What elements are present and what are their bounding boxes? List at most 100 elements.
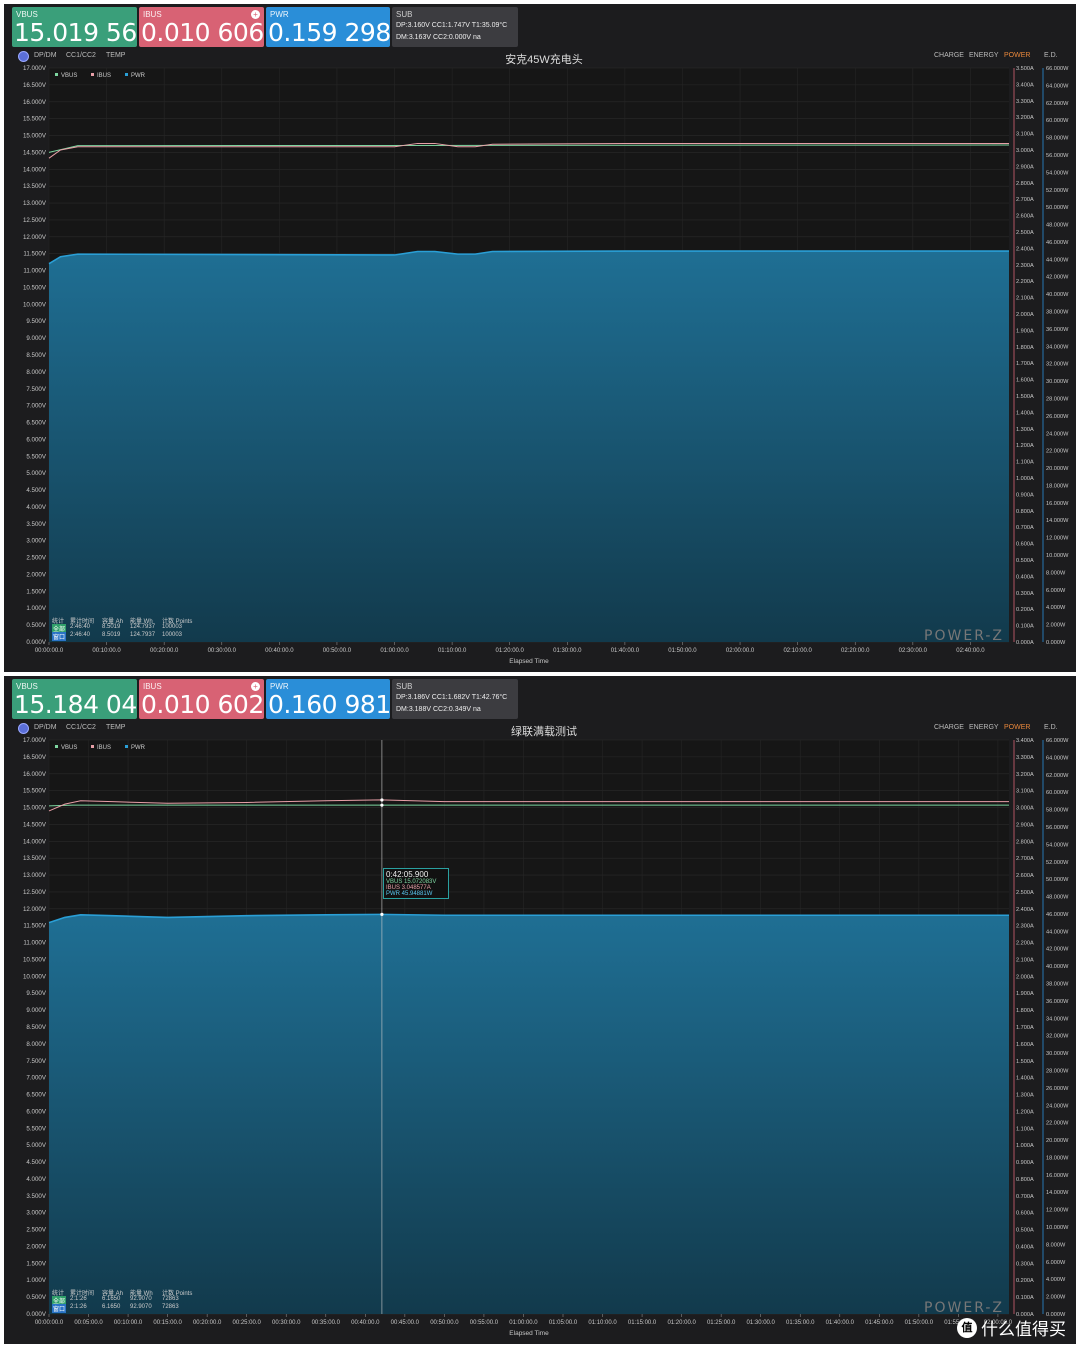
power-tick-label: 50.000W bbox=[1046, 205, 1069, 211]
power-tick-label: 42.000W bbox=[1046, 275, 1069, 281]
y-tick-label: 2.500V bbox=[26, 555, 46, 562]
power-tick-label: 58.000W bbox=[1046, 808, 1069, 814]
mode-power[interactable]: POWER bbox=[1004, 52, 1030, 59]
current-tick-label: 0.900A bbox=[1016, 492, 1034, 498]
x-tick-label: 00:50:00.0 bbox=[323, 648, 352, 654]
chart-toolbar: DP/DM CC1/CC2 TEMP 安克45W充电头 CHARGE ENERGY POWE… bbox=[4, 50, 1076, 66]
tab-temp[interactable]: TEMP bbox=[106, 724, 125, 731]
power-chart[interactable]: 0.000V 0.500V 1.000V 1.500V 2.000V 2.500V 3.00… bbox=[4, 736, 1076, 1344]
mode-power[interactable]: POWER bbox=[1004, 724, 1030, 731]
power-tick-label: 58.000W bbox=[1046, 136, 1069, 142]
watermark-badge: 值 bbox=[957, 1317, 977, 1338]
power-tick-label: 36.000W bbox=[1046, 327, 1069, 333]
current-tick-label: 0.200A bbox=[1016, 607, 1034, 613]
pwr-readout[interactable]: PWR0.160 981W bbox=[266, 679, 390, 719]
app-logo-icon[interactable] bbox=[18, 723, 29, 734]
y-tick-label: 1.000V bbox=[26, 605, 46, 612]
current-tick-label: 1.500A bbox=[1016, 1059, 1034, 1065]
y-tick-label: 15.000V bbox=[23, 133, 47, 140]
mode-energy[interactable]: ENERGY bbox=[969, 724, 999, 731]
power-tick-label: 36.000W bbox=[1046, 999, 1069, 1005]
y-tick-label: 13.500V bbox=[23, 855, 47, 862]
y-tick-label: 1.500V bbox=[26, 1260, 46, 1267]
x-tick-label: 02:10:00.0 bbox=[783, 648, 812, 654]
current-tick-label: 3.000A bbox=[1016, 148, 1034, 154]
y-tick-label: 10.000V bbox=[23, 973, 47, 980]
power-tick-label: 12.000W bbox=[1046, 1208, 1069, 1214]
x-tick-label: 00:00:00.0 bbox=[35, 648, 64, 654]
legend-label-vbus[interactable]: VBUS bbox=[61, 745, 77, 751]
power-tick-label: 18.000W bbox=[1046, 1155, 1069, 1161]
legend-label-ibus[interactable]: IBUS bbox=[97, 745, 111, 751]
current-tick-label: 0.200A bbox=[1016, 1278, 1034, 1284]
y-tick-label: 13.500V bbox=[23, 183, 47, 190]
legend-label-ibus[interactable]: IBUS bbox=[97, 73, 111, 79]
mode-charge[interactable]: CHARGE bbox=[934, 52, 964, 59]
vbus-readout[interactable]: VBUS15.019 56 V bbox=[12, 7, 137, 47]
power-z-panel-1: VBUS15.019 56 VIBUS0.010 606 A+PWR0.159 … bbox=[4, 4, 1076, 672]
stats-cell: 6.1650 bbox=[102, 1304, 121, 1310]
pwr-area bbox=[49, 251, 1009, 642]
sub-readout[interactable]: SUB DP:3.186V CC1:1.682V T1:42.76°C DM:3.1… bbox=[392, 679, 518, 719]
current-tick-label: 1.900A bbox=[1016, 991, 1034, 997]
current-tick-label: 0.100A bbox=[1016, 624, 1034, 630]
mode-charge[interactable]: CHARGE bbox=[934, 724, 964, 731]
sub-line-2: DM:3.188V CC2:0.349V na bbox=[396, 706, 481, 713]
y-tick-label: 9.000V bbox=[26, 335, 46, 342]
current-tick-label: 1.400A bbox=[1016, 410, 1034, 416]
tooltip-time: 0:42:05.900 bbox=[386, 870, 429, 879]
power-tick-label: 60.000W bbox=[1046, 790, 1069, 796]
x-tick-label: 01:00:00.0 bbox=[380, 648, 409, 654]
y-tick-label: 10.500V bbox=[23, 284, 47, 291]
power-chart[interactable]: 0.000V 0.500V 1.000V 1.500V 2.000V 2.500V 3.00… bbox=[4, 64, 1076, 672]
y-tick-label: 1.000V bbox=[26, 1277, 46, 1284]
ibus-readout[interactable]: IBUS0.010 602 A+ bbox=[139, 679, 264, 719]
x-tick-label: 02:40:00.0 bbox=[956, 648, 985, 654]
mode-ed[interactable]: E.D. bbox=[1044, 724, 1058, 731]
sub-readout[interactable]: SUB DP:3.160V CC1:1.747V T1:35.09°C DM:3.1… bbox=[392, 7, 518, 47]
tab-dp-dm[interactable]: DP/DM bbox=[34, 52, 57, 59]
current-tick-label: 1.000A bbox=[1016, 1143, 1034, 1149]
tab-cc1-cc2[interactable]: CC1/CC2 bbox=[66, 724, 96, 731]
power-tick-label: 10.000W bbox=[1046, 1225, 1069, 1231]
mode-energy[interactable]: ENERGY bbox=[969, 52, 999, 59]
tab-cc1-cc2[interactable]: CC1/CC2 bbox=[66, 52, 96, 59]
tab-dp-dm[interactable]: DP/DM bbox=[34, 724, 57, 731]
current-tick-label: 1.600A bbox=[1016, 1042, 1034, 1048]
pwr-value: 0.159 298W bbox=[268, 18, 390, 47]
current-tick-label: 3.000A bbox=[1016, 806, 1034, 812]
power-tick-label: 4.000W bbox=[1046, 605, 1066, 611]
legend-label-pwr[interactable]: PWR bbox=[131, 73, 146, 79]
y-tick-label: 17.000V bbox=[23, 65, 47, 72]
pwr-readout[interactable]: PWR0.159 298W bbox=[266, 7, 390, 47]
power-tick-label: 38.000W bbox=[1046, 310, 1069, 316]
power-tick-label: 44.000W bbox=[1046, 929, 1069, 935]
stats-cell: 2:1:26 bbox=[70, 1296, 87, 1302]
x-tick-label: 00:40:00.0 bbox=[265, 648, 294, 654]
tab-temp[interactable]: TEMP bbox=[106, 52, 125, 59]
y-tick-label: 6.500V bbox=[26, 420, 46, 427]
sub-line-1: DP:3.160V CC1:1.747V T1:35.09°C bbox=[396, 22, 508, 29]
legend-label-vbus[interactable]: VBUS bbox=[61, 73, 77, 79]
app-logo-icon[interactable] bbox=[18, 51, 29, 62]
mode-ed[interactable]: E.D. bbox=[1044, 52, 1058, 59]
ibus-value: 0.010 606 A bbox=[141, 18, 264, 47]
power-tick-label: 46.000W bbox=[1046, 912, 1069, 918]
power-tick-label: 42.000W bbox=[1046, 947, 1069, 953]
power-tick-label: 24.000W bbox=[1046, 431, 1069, 437]
stats-cell: 8.5019 bbox=[102, 624, 121, 630]
power-tick-label: 28.000W bbox=[1046, 1068, 1069, 1074]
x-tick-label: 01:30:00.0 bbox=[747, 1320, 776, 1326]
plus-icon[interactable]: + bbox=[251, 10, 260, 19]
legend-label-pwr[interactable]: PWR bbox=[131, 745, 146, 751]
current-tick-label: 2.000A bbox=[1016, 312, 1034, 318]
vbus-readout[interactable]: VBUS15.184 04 V bbox=[12, 679, 137, 719]
current-tick-label: 1.400A bbox=[1016, 1076, 1034, 1082]
ibus-readout[interactable]: IBUS0.010 606 A+ bbox=[139, 7, 264, 47]
x-tick-label: 00:25:00.0 bbox=[233, 1320, 262, 1326]
current-tick-label: 2.100A bbox=[1016, 296, 1034, 302]
y-tick-label: 14.500V bbox=[23, 821, 47, 828]
y-tick-label: 3.000V bbox=[26, 1210, 46, 1217]
plus-icon[interactable]: + bbox=[251, 682, 260, 691]
x-axis-label: Elapsed Time bbox=[509, 1330, 549, 1337]
